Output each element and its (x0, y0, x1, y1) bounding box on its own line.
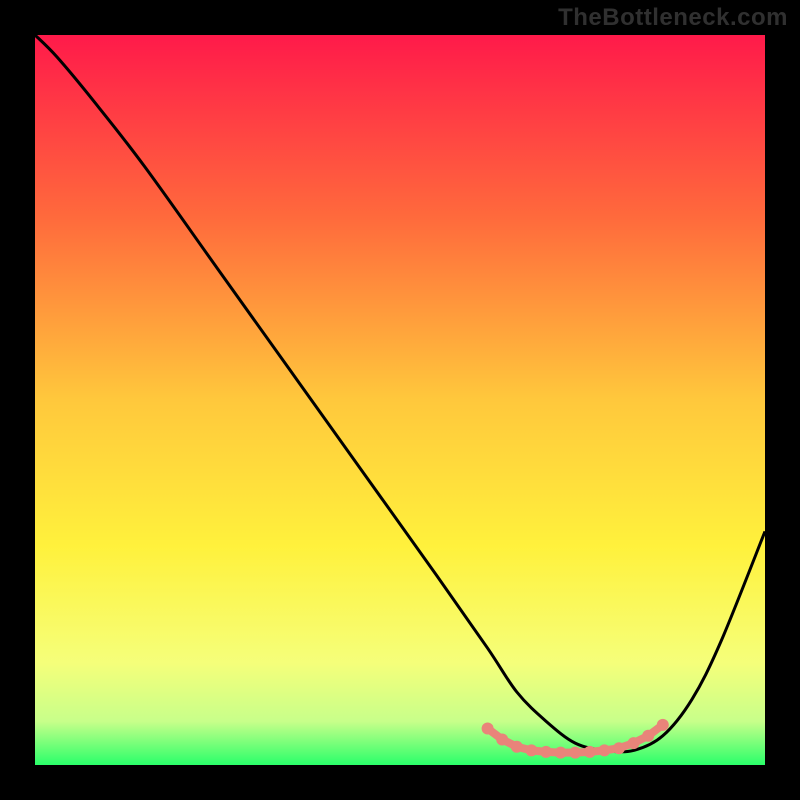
plot-area (35, 35, 765, 765)
marker-dot (482, 723, 494, 735)
marker-dot (511, 741, 523, 753)
marker-dot (628, 737, 640, 749)
marker-dot (642, 730, 654, 742)
marker-dot (540, 746, 552, 758)
marker-dot (613, 742, 625, 754)
chart-frame: TheBottleneck.com (0, 0, 800, 800)
marker-dot (496, 733, 508, 745)
marker-dot (569, 747, 581, 759)
watermark-text: TheBottleneck.com (558, 4, 788, 32)
chart-svg (35, 35, 765, 765)
marker-dot (525, 744, 537, 756)
gradient-background (35, 35, 765, 765)
marker-dot (657, 719, 669, 731)
marker-dot (598, 744, 610, 756)
marker-dot (555, 747, 567, 759)
marker-dot (584, 746, 596, 758)
